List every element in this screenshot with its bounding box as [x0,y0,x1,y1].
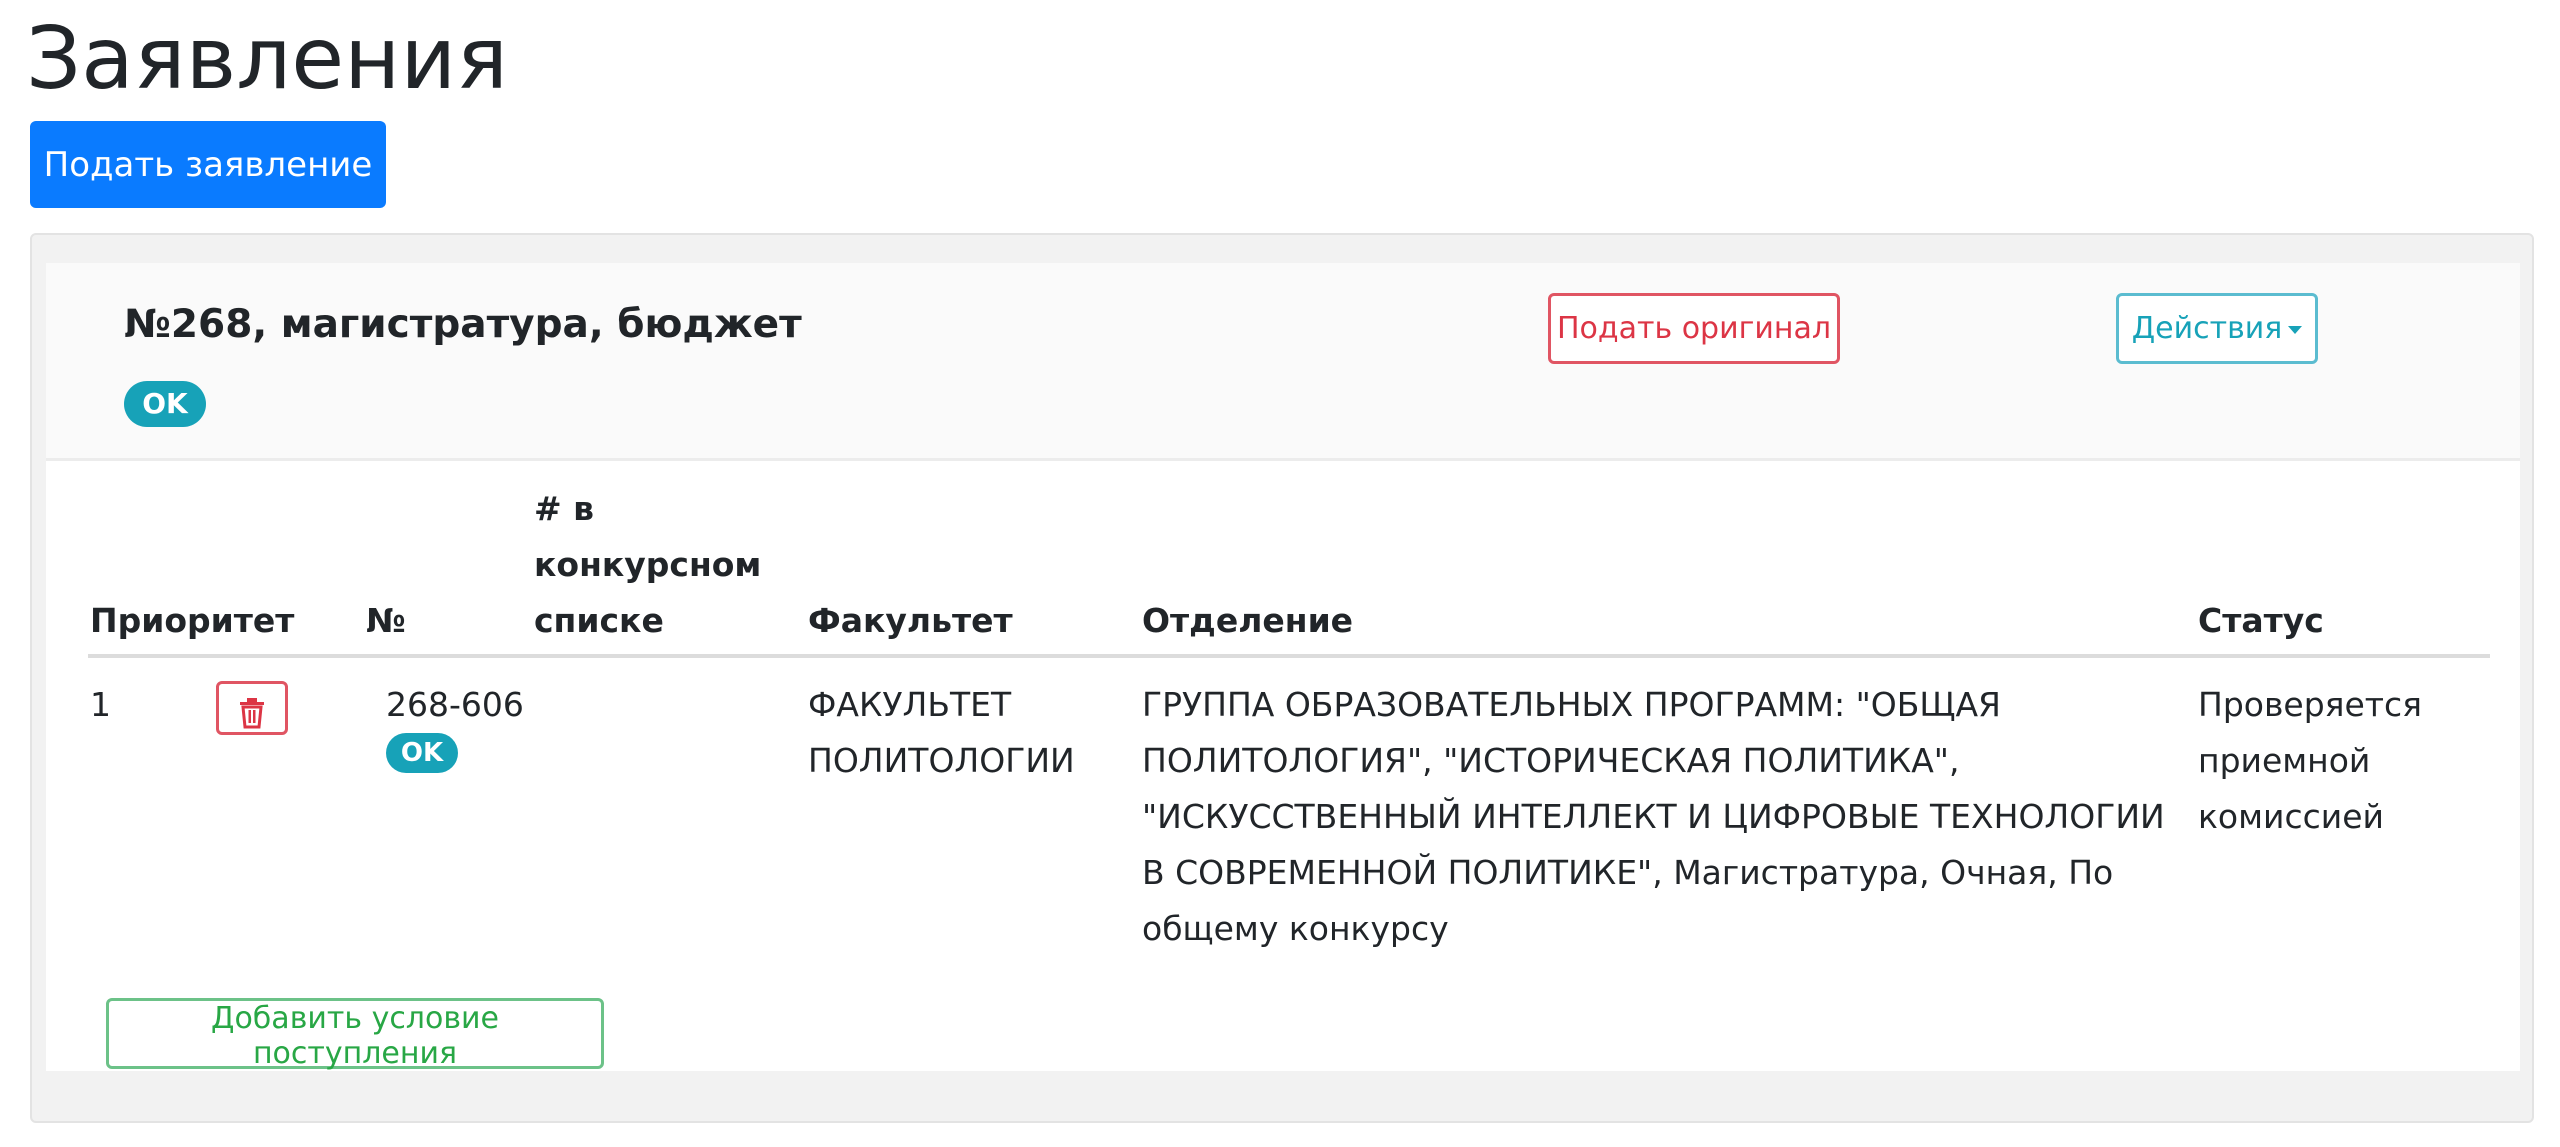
row-priority: 1 [90,685,111,724]
row-department-line1: ГРУППА ОБРАЗОВАТЕЛЬНЫХ ПРОГРАММ: "ОБЩАЯ [1142,685,2001,724]
column-header-rank-line1: # в [534,489,595,528]
row-faculty-line1: ФАКУЛЬТЕТ [808,685,1012,724]
column-header-department: Отделение [1142,601,1354,640]
actions-label: Действия [2131,311,2283,346]
caret-down-icon [2288,325,2303,334]
status-badge: OK [124,381,206,427]
row-department-line4: В СОВРЕМЕННОЙ ПОЛИТИКЕ", Магистратура, О… [1142,853,2114,892]
application-header: №268, магистратура, бюджет OK Подать ори… [46,263,2520,461]
row-faculty-line2: ПОЛИТОЛОГИИ [808,741,1075,780]
column-header-priority: Приоритет [90,601,295,640]
column-header-rank-line2: конкурсном [534,545,762,584]
applications-card: №268, магистратура, бюджет OK Подать ори… [30,233,2534,1123]
delete-condition-button[interactable] [216,681,288,735]
column-header-status: Статус [2198,601,2324,640]
application-card: №268, магистратура, бюджет OK Подать ори… [46,263,2520,1071]
column-header-number: № [366,601,406,640]
add-admission-condition-button[interactable]: Добавить условие поступления [106,998,604,1071]
column-header-faculty: Факультет [808,601,1013,640]
row-status-line2: приемной [2198,741,2371,780]
row-status-badge: OK [386,733,458,773]
application-title: №268, магистратура, бюджет [124,302,802,347]
row-status-line1: Проверяется [2198,685,2423,724]
table-header-divider [88,654,2490,658]
row-status-line3: комиссией [2198,797,2384,836]
column-header-rank-line3: списке [534,601,664,640]
row-department-line5: общему конкурсу [1142,909,1449,948]
submit-original-button[interactable]: Подать оригинал [1548,293,1840,364]
submit-application-button[interactable]: Подать заявление [30,121,386,208]
page-title: Заявления [26,9,508,109]
row-department-line3: "ИСКУССТВЕННЫЙ ИНТЕЛЛЕКТ И ЦИФРОВЫЕ ТЕХН… [1142,797,2165,836]
trash-icon [240,697,264,728]
actions-dropdown-button[interactable]: Действия [2116,293,2318,364]
row-department-line2: ПОЛИТОЛОГИЯ", "ИСТОРИЧЕСКАЯ ПОЛИТИКА", [1142,741,1960,780]
row-number: 268-606 [386,685,524,724]
